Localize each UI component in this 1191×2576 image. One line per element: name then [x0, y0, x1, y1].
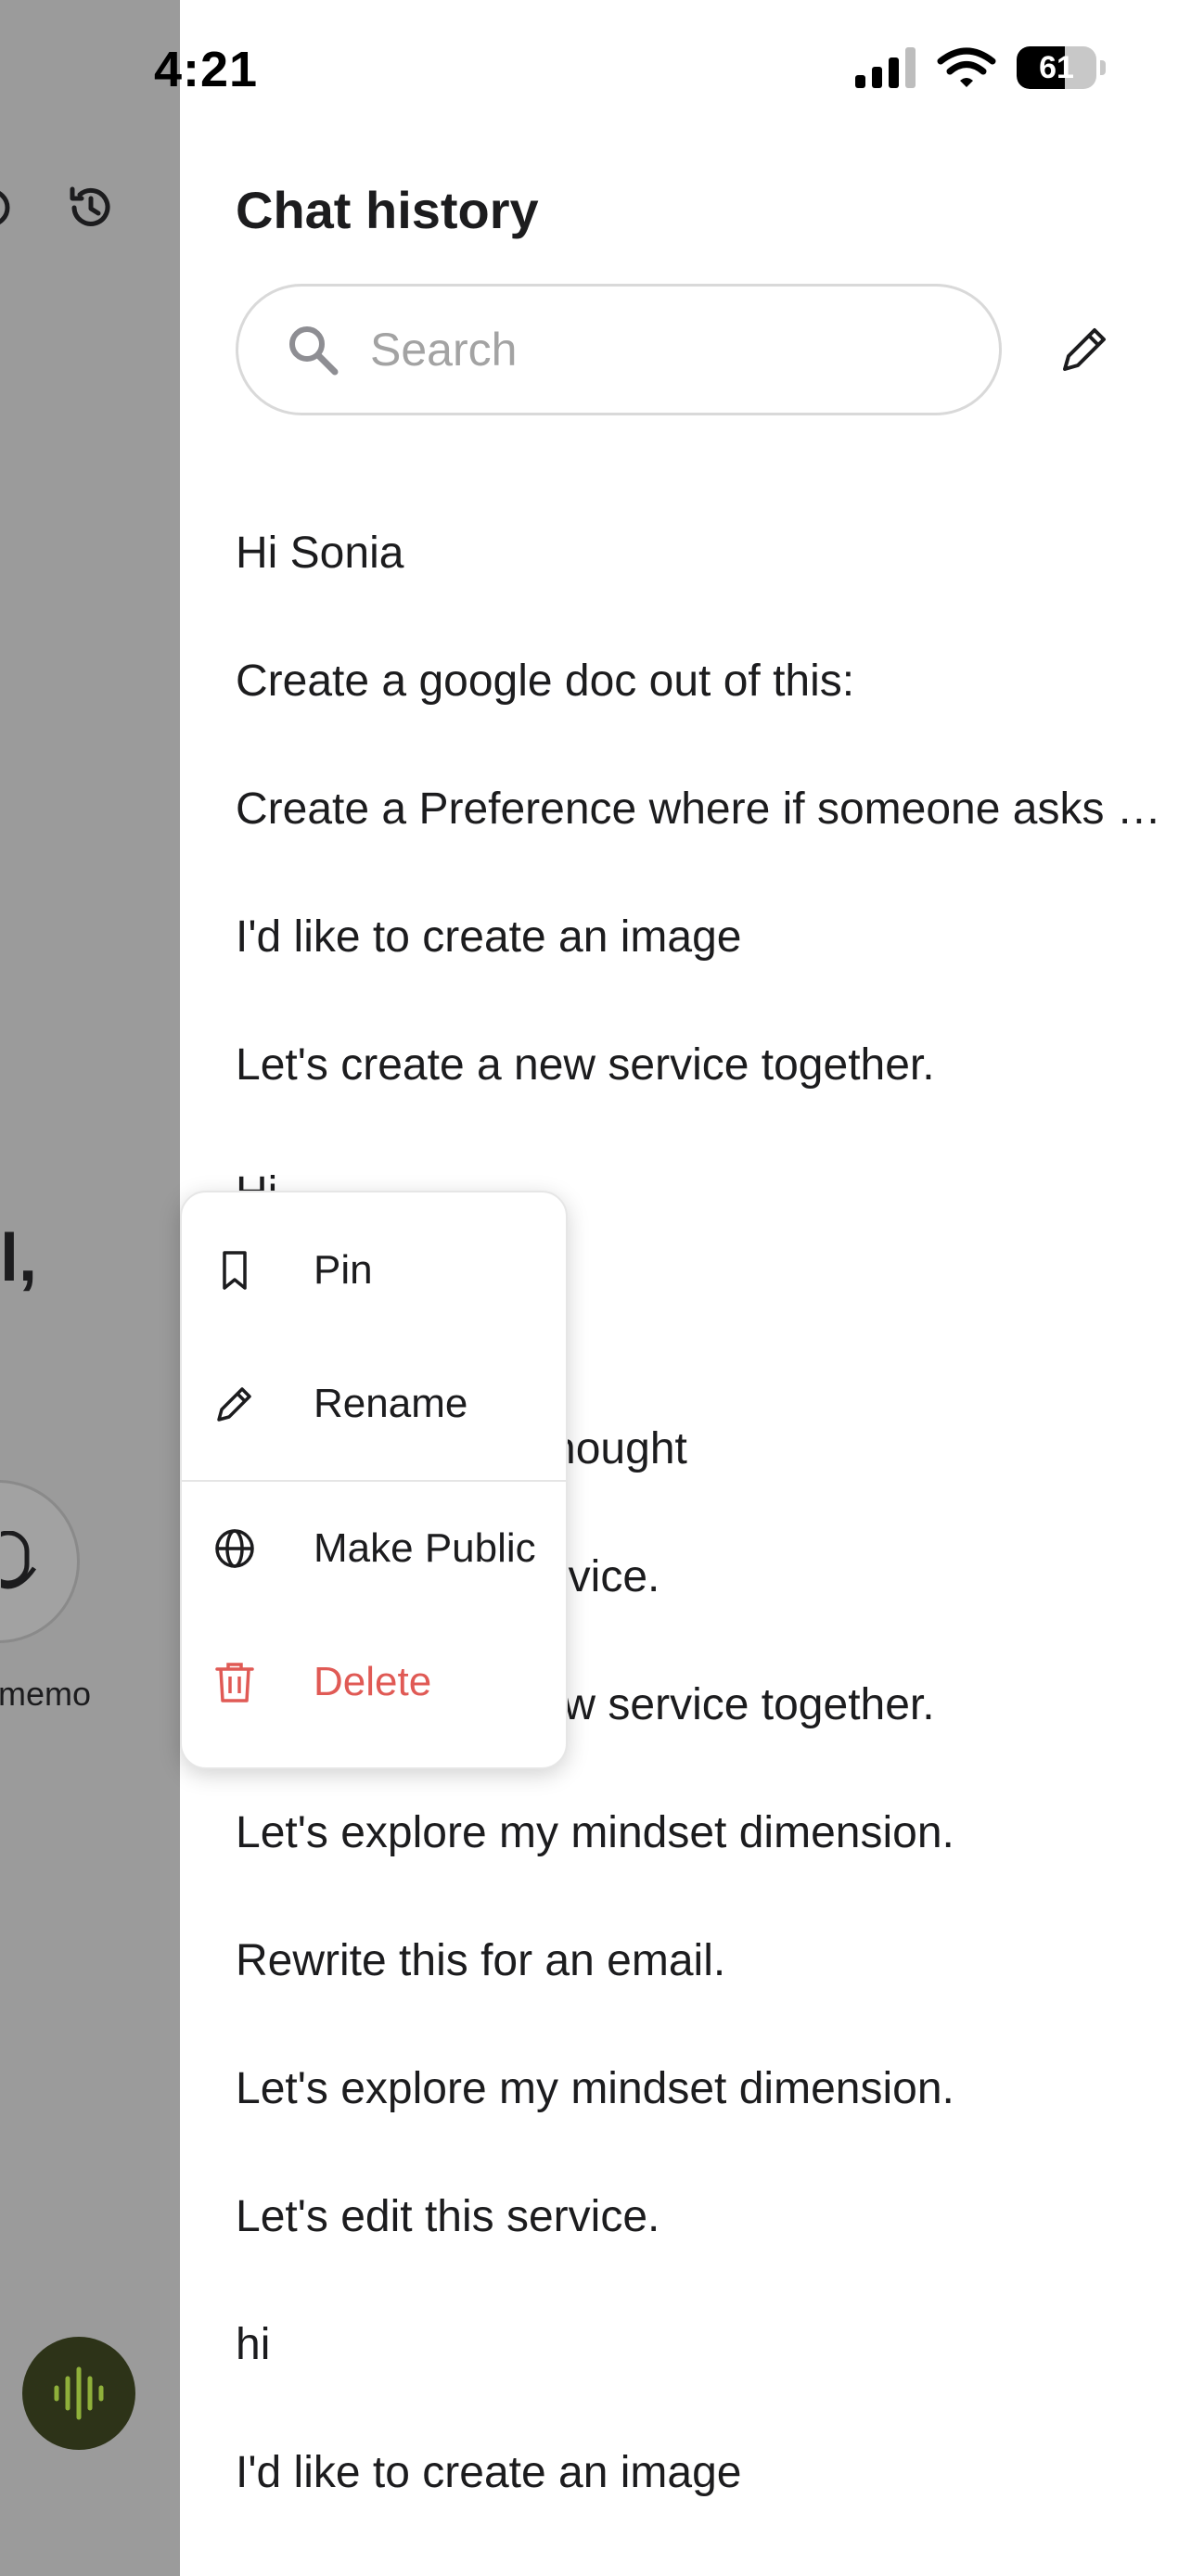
- chat-context-menu: Pin Rename Make Public Delete: [180, 1191, 568, 1769]
- battery-icon: 61: [1017, 46, 1096, 89]
- wifi-icon: [937, 47, 996, 87]
- chat-item[interactable]: I'd like to create an image: [236, 874, 1191, 1001]
- chat-item[interactable]: I'd like to create an image: [236, 2409, 1191, 2537]
- background-app-overlay[interactable]: el, memo: [0, 0, 180, 2576]
- waveform-icon: [54, 2366, 104, 2420]
- voice-memo-caption: memo: [0, 1675, 92, 1713]
- voice-memo-button[interactable]: [0, 1480, 80, 1643]
- menu-item-label: Pin: [314, 1247, 373, 1293]
- battery-cap: [1100, 60, 1106, 75]
- greeting-text: el,: [0, 1221, 38, 1295]
- battery-percentage: 61: [1039, 49, 1074, 85]
- chat-item[interactable]: Create a google doc out of this:: [236, 618, 1191, 746]
- menu-item-label: Delete: [314, 1659, 432, 1704]
- voice-mode-button[interactable]: [22, 2337, 135, 2450]
- status-time: 4:21: [154, 42, 259, 97]
- chat-item[interactable]: Rewrite this for an email.: [236, 1897, 1191, 2025]
- menu-item-label: Make Public: [314, 1525, 536, 1571]
- new-chat-pencil-icon[interactable]: [1056, 321, 1113, 378]
- search-bar[interactable]: [236, 284, 1002, 415]
- menu-item-rename[interactable]: Rename: [182, 1337, 566, 1471]
- chat-item[interactable]: Let's explore my mindset dimension.: [236, 2025, 1191, 2153]
- trash-icon: [215, 1663, 254, 1702]
- search-input[interactable]: [370, 323, 927, 376]
- page-title: Chat history: [236, 181, 539, 239]
- cellular-signal-icon: [855, 47, 916, 88]
- chat-item[interactable]: Let's edit this service.: [236, 2153, 1191, 2281]
- microphone-icon: [1, 1531, 37, 1589]
- menu-item-label: Rename: [314, 1381, 468, 1426]
- chat-item[interactable]: Create a Preference where if someone ask…: [236, 746, 1191, 874]
- chat-item[interactable]: Hi Sonia: [236, 490, 1191, 618]
- menu-item-pin[interactable]: Pin: [182, 1204, 566, 1337]
- bookmark-icon: [223, 1251, 247, 1290]
- chat-item[interactable]: Let's create a new service together.: [236, 1001, 1191, 1129]
- user-icon: [0, 191, 10, 224]
- screen: el, memo Chat history: [0, 0, 1191, 2576]
- menu-item-delete[interactable]: Delete: [182, 1615, 566, 1749]
- status-icons: 61: [855, 46, 1106, 89]
- search-icon: [289, 326, 339, 376]
- chat-item[interactable]: Let's explore my mindset dimension.: [236, 1769, 1191, 1897]
- chat-item[interactable]: hi: [236, 2281, 1191, 2409]
- pencil-icon: [217, 1387, 251, 1422]
- globe-icon: [215, 1529, 254, 1568]
- menu-item-make-public[interactable]: Make Public: [182, 1482, 566, 1615]
- history-icon[interactable]: [65, 182, 117, 234]
